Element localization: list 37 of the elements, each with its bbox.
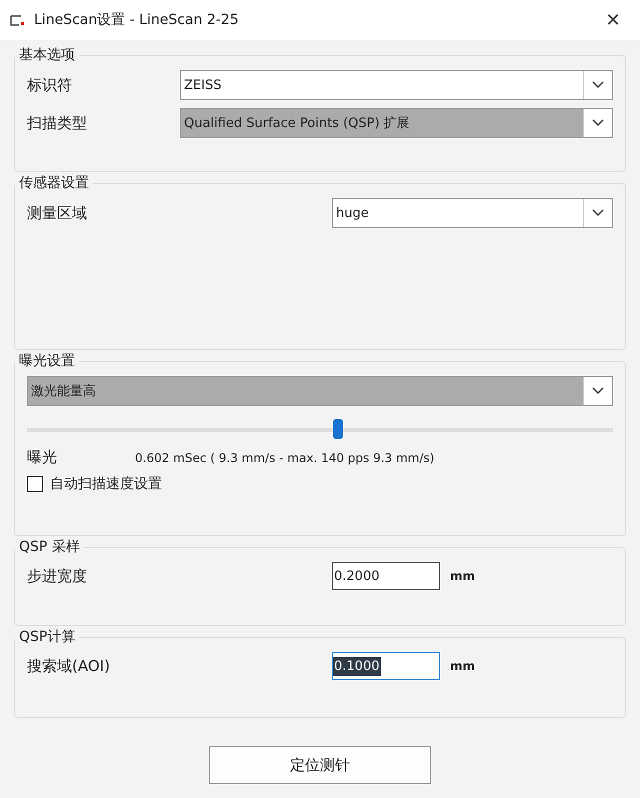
app-icon (10, 14, 26, 26)
input-value: 0.2000 (333, 568, 380, 586)
group-title: QSP 采样 (18, 538, 81, 556)
input-field[interactable]: 0.2000 (332, 562, 440, 590)
chevron-down-icon (592, 387, 604, 395)
unit-label: mm (450, 659, 476, 673)
dropdown[interactable]: 激光能量高 (27, 376, 613, 406)
checkbox-label: 自动扫描速度设置 (50, 475, 162, 493)
slider-thumb[interactable] (332, 419, 343, 439)
field-label: 步进宽度 (27, 566, 88, 586)
window-title: LineScan设置 - LineScan 2-25 (34, 11, 240, 29)
group-title: 曝光设置 (18, 352, 76, 370)
dropdown[interactable]: huge (332, 198, 613, 228)
checkbox[interactable] (27, 476, 43, 492)
dropdown[interactable]: Qualified Surface Points (QSP) 扩展 (180, 108, 613, 138)
field-label: 曝光 (27, 448, 58, 467)
unit-label: mm (450, 569, 476, 583)
group-title: QSP计算 (18, 628, 76, 646)
dropdown-value: 激光能量高 (30, 383, 97, 400)
field-label: 扫描类型 (27, 114, 88, 132)
chevron-down-icon (592, 209, 604, 217)
dropdown-value: Qualified Surface Points (QSP) 扩展 (183, 115, 411, 132)
dropdown-value: ZEISS (183, 78, 222, 92)
input-field[interactable]: 0.1000 (332, 652, 440, 680)
dropdown-value: huge (335, 206, 370, 220)
locate-probe-button[interactable]: 定位测针 (209, 746, 431, 784)
field-label: 测量区域 (27, 204, 88, 222)
chevron-down-icon (592, 119, 604, 127)
chevron-down-icon (592, 81, 604, 89)
group-title: 传感器设置 (18, 174, 90, 192)
input-value: 0.1000 (333, 656, 380, 676)
field-label: 标识符 (27, 76, 73, 94)
group-title: 基本选项 (18, 46, 76, 64)
exposure-reading: 0.602 mSec ( 9.3 mm/s - max. 140 pps 9.3 mm/s) (135, 450, 436, 464)
field-label: 搜索域(AOI) (27, 656, 111, 676)
dropdown[interactable]: ZEISS (180, 70, 613, 100)
close-button[interactable]: ✕ (598, 5, 628, 35)
